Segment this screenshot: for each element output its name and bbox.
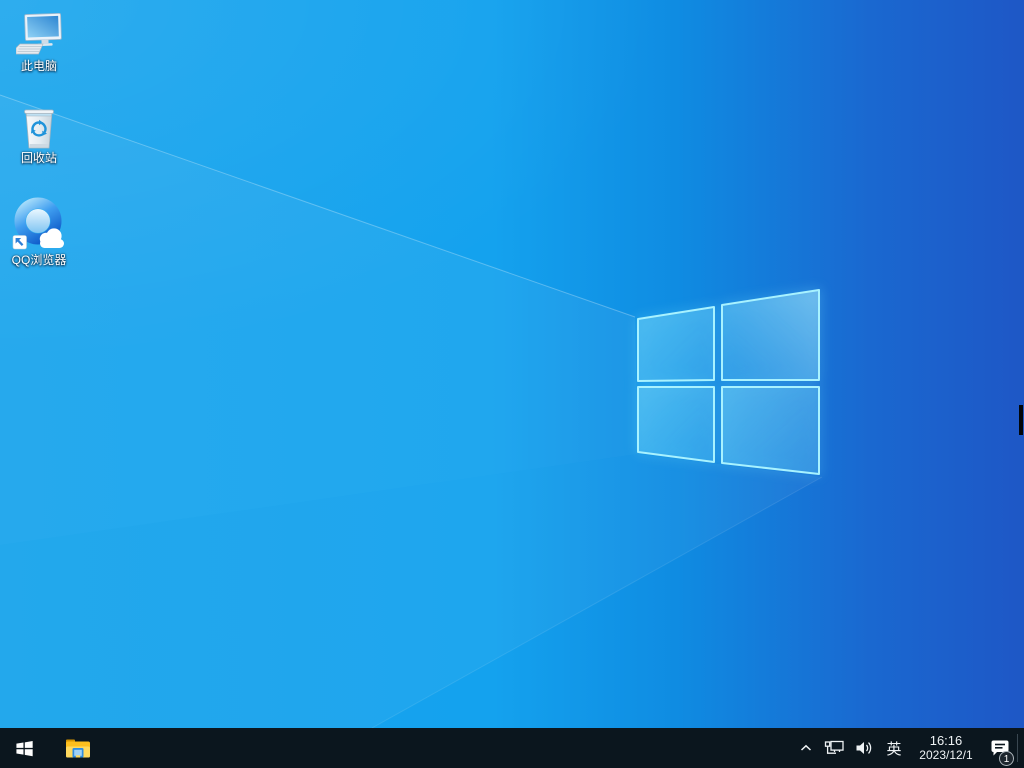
show-desktop-button[interactable]	[1018, 728, 1024, 768]
file-explorer-button[interactable]	[54, 728, 102, 768]
desktop-icon-qq-browser[interactable]: QQ浏览器	[1, 196, 77, 267]
windows-logo-wallpaper	[0, 0, 1024, 728]
network-button[interactable]	[819, 728, 849, 768]
system-tray: 英 16:16 2023/12/1 1	[793, 728, 1024, 768]
qq-browser-icon	[11, 196, 67, 252]
desktop-icon-label: 回收站	[21, 152, 57, 165]
taskbar-empty-area	[102, 728, 793, 768]
action-center-button[interactable]: 1	[983, 728, 1017, 768]
ime-language-label: 英	[886, 738, 901, 759]
chevron-up-icon	[799, 741, 813, 755]
start-button[interactable]	[0, 728, 48, 768]
taskbar: 英 16:16 2023/12/1 1	[0, 728, 1024, 768]
recycle-bin-icon	[18, 104, 60, 150]
show-hidden-icons-button[interactable]	[793, 728, 819, 768]
file-explorer-icon	[65, 737, 91, 759]
this-pc-icon	[16, 13, 63, 58]
desktop-surface[interactable]: 此电脑 回收站	[0, 0, 1024, 728]
speaker-icon	[855, 740, 874, 756]
windows-flag-icon	[15, 739, 34, 758]
clock-date: 2023/12/1	[919, 748, 972, 762]
ime-language-button[interactable]: 英	[879, 728, 909, 768]
volume-button[interactable]	[849, 728, 879, 768]
ethernet-network-icon	[824, 740, 844, 757]
notification-count-badge: 1	[999, 751, 1014, 766]
clock-time: 16:16	[930, 734, 963, 748]
desktop-icon-label: QQ浏览器	[12, 254, 67, 267]
desktop-icon-this-pc[interactable]: 此电脑	[1, 13, 77, 73]
desktop-icon-label: 此电脑	[21, 60, 57, 73]
screen-edge-artifact	[1019, 405, 1023, 435]
clock-button[interactable]: 16:16 2023/12/1	[909, 728, 983, 768]
desktop-icon-recycle-bin[interactable]: 回收站	[1, 104, 77, 165]
